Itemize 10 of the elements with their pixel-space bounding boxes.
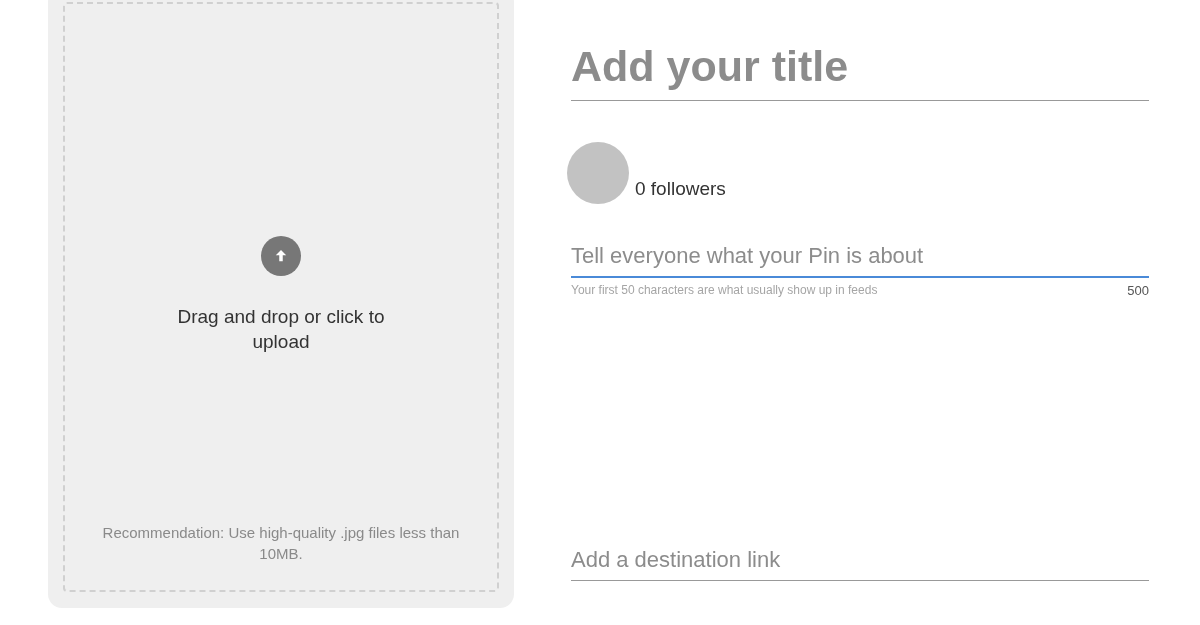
upload-icon (261, 236, 301, 276)
link-field[interactable]: Add a destination link (571, 540, 1149, 581)
title-field[interactable]: Add your title (571, 32, 1149, 101)
hint-text: Your first 50 characters are what usually show up in feeds (571, 283, 878, 298)
upload-prompt: Drag and drop or click to upload (176, 305, 386, 354)
upload-card[interactable]: Drag and drop or click to upload Recommendation: Use high-quality .jpg files less than 10MB. (48, 0, 514, 608)
recommendation-text: Recommendation: Use high-quality .jpg files less than 10MB. (101, 523, 461, 564)
character-counter: 500 (1127, 283, 1149, 298)
followers-count: 0 followers (635, 178, 726, 200)
description-field[interactable]: Tell everyone what your Pin is about (571, 236, 1149, 278)
